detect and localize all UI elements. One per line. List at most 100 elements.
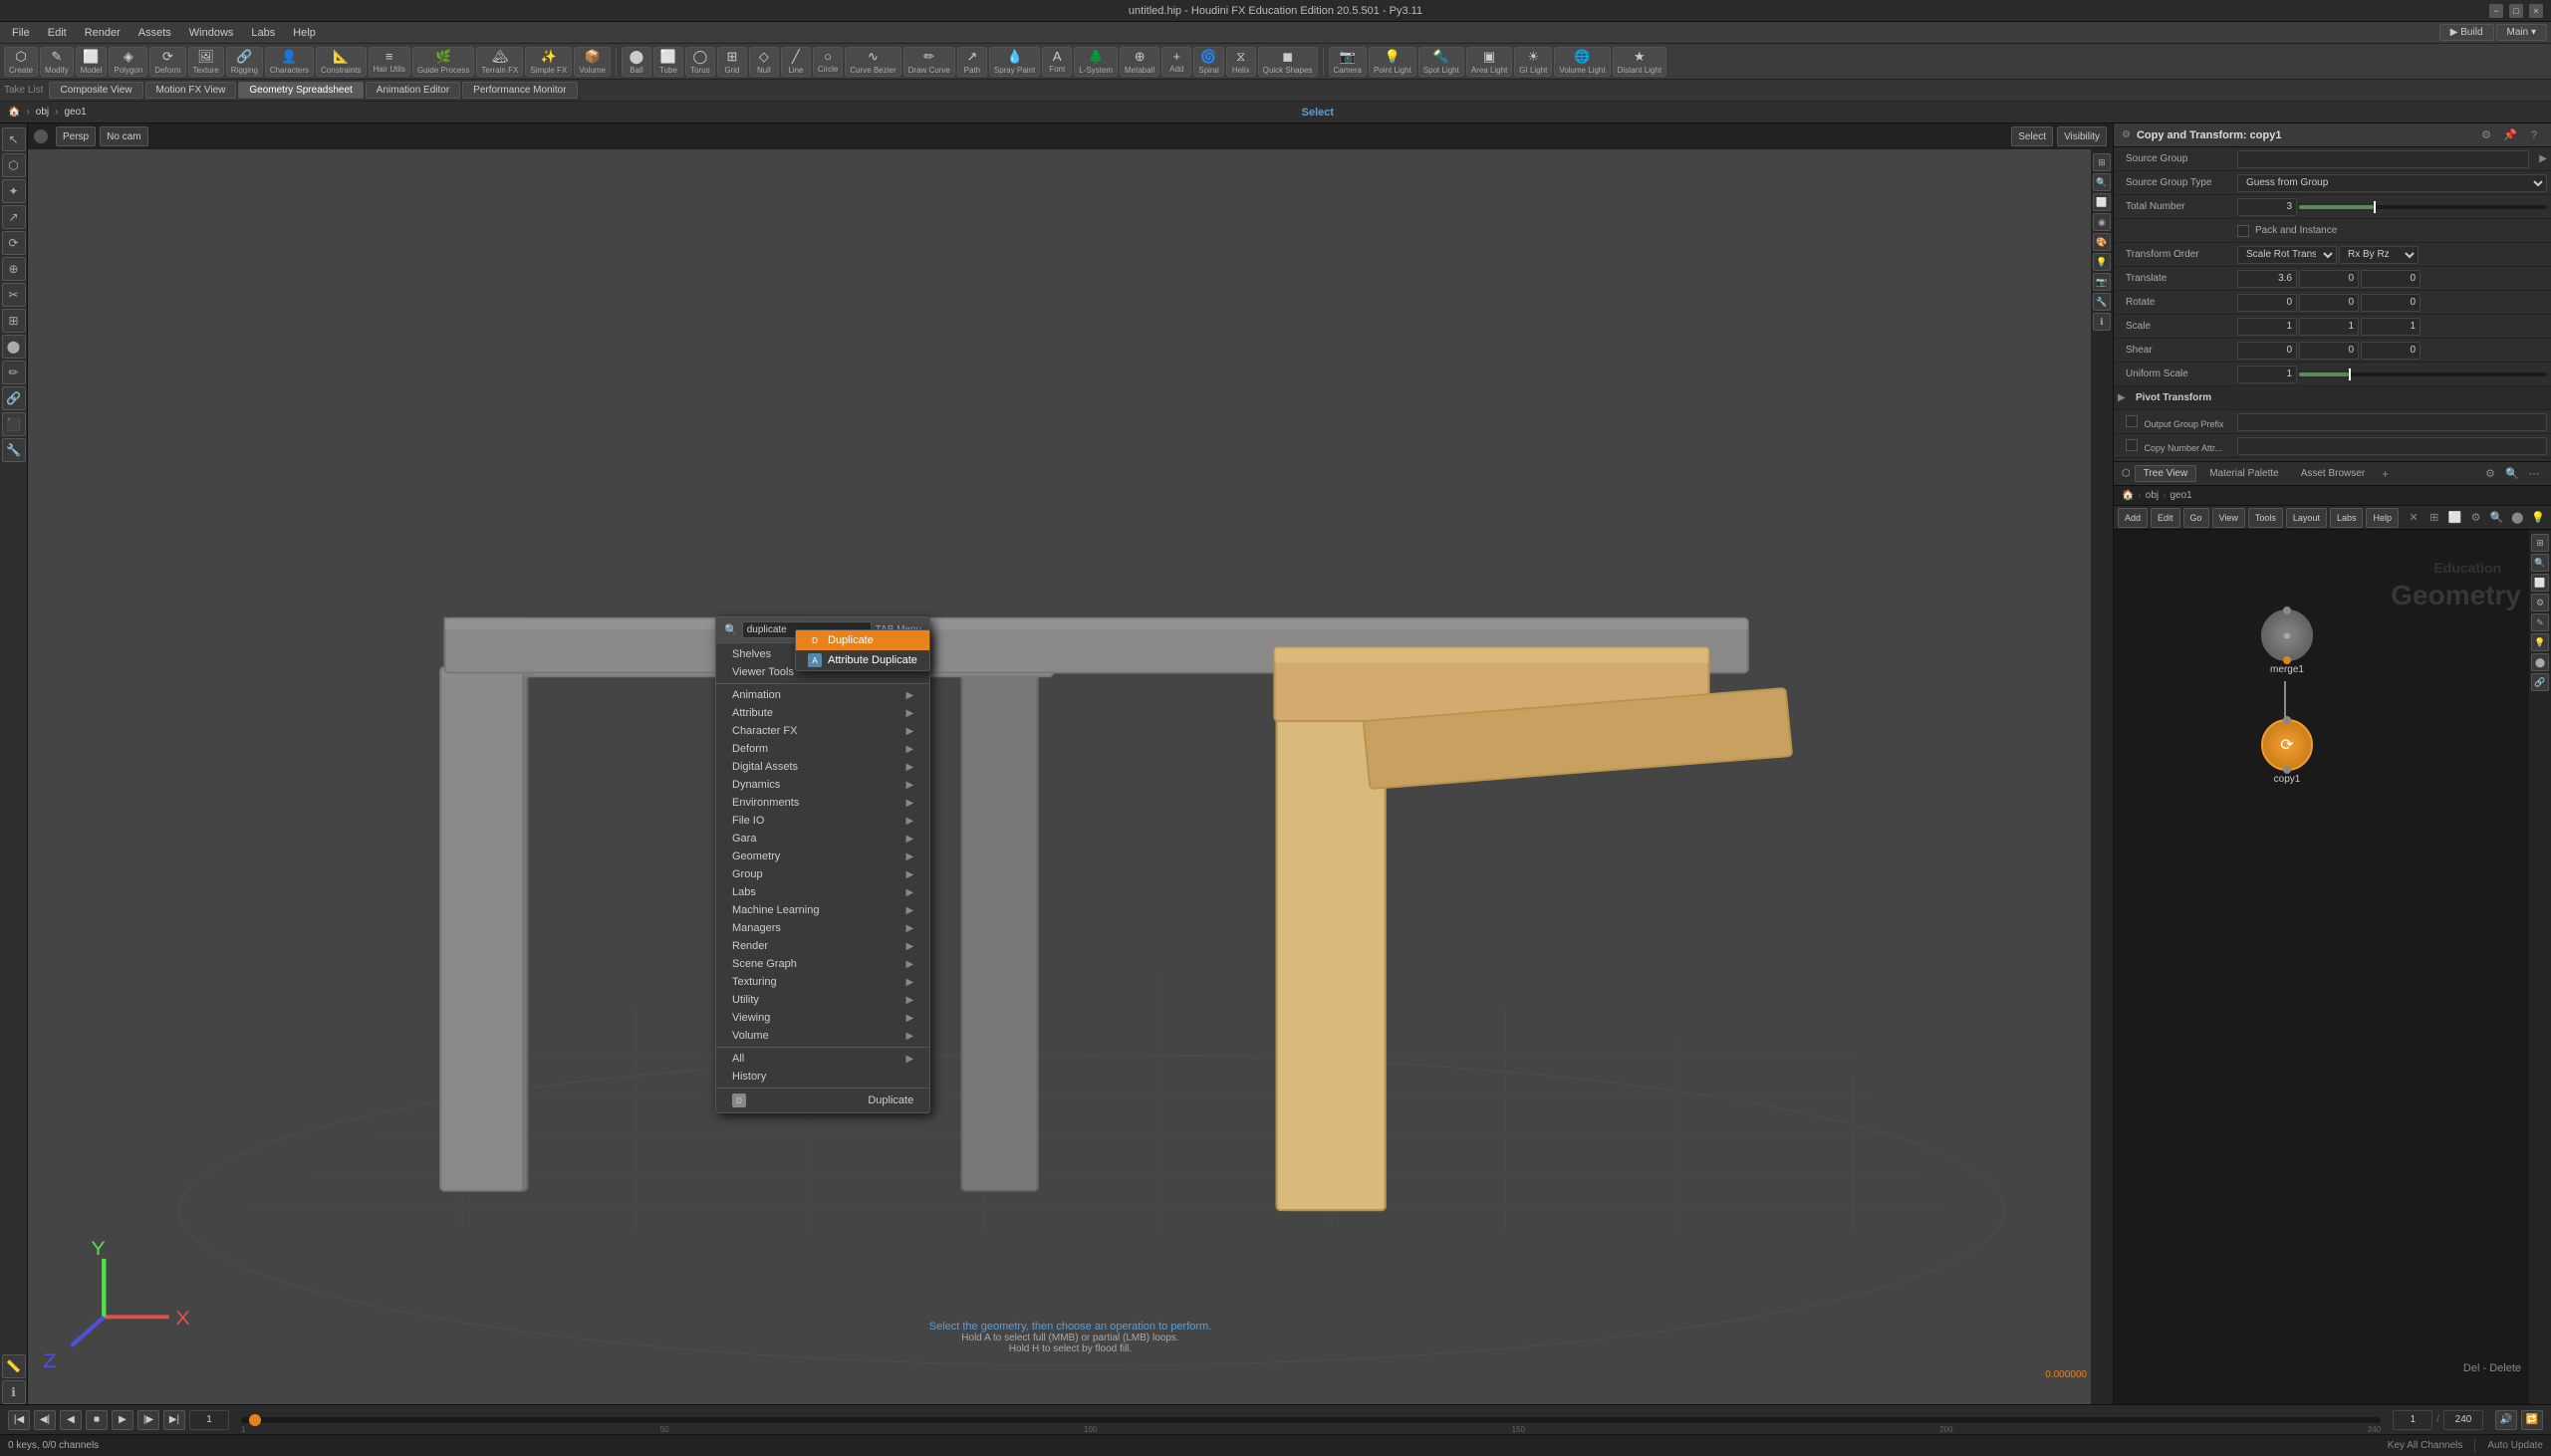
node-tab-material-palette[interactable]: Material Palette xyxy=(2200,465,2287,482)
no-cam-btn[interactable]: No cam xyxy=(100,126,147,146)
tab-menu-all[interactable]: All ▶ xyxy=(716,1050,929,1068)
tab-menu-group[interactable]: Group ▶ xyxy=(716,865,929,883)
hair-utils-btn[interactable]: ≡Hair Utils xyxy=(369,47,410,77)
node-canvas[interactable]: Geometry Education ⊕ merge1 xyxy=(2114,530,2551,1404)
node-rt-btn8[interactable]: 🔗 xyxy=(2531,673,2549,691)
node-toolbar-icon5[interactable]: 🔍 xyxy=(2487,509,2505,527)
output-group-prefix-input[interactable] xyxy=(2237,413,2547,431)
node-rt-btn4[interactable]: ⚙ xyxy=(2531,594,2549,611)
font-btn[interactable]: AFont xyxy=(1042,47,1072,77)
tl-play-back-btn[interactable]: ◀ xyxy=(60,1410,82,1430)
sidebar-info-btn[interactable]: ℹ xyxy=(2,1380,26,1404)
props-settings-btn[interactable]: ⚙ xyxy=(2477,126,2495,144)
tab-menu-digital-assets[interactable]: Digital Assets ▶ xyxy=(716,758,929,776)
node-merge1[interactable]: ⊕ merge1 xyxy=(2261,609,2313,675)
line-btn[interactable]: ╱Line xyxy=(781,47,811,77)
tl-audio-btn[interactable]: 🔊 xyxy=(2495,1410,2517,1430)
node-tab-tree-view[interactable]: Tree View xyxy=(2135,465,2196,482)
copy-number-attr-input[interactable] xyxy=(2237,437,2547,455)
vp-rt-btn8[interactable]: 🔧 xyxy=(2093,293,2111,311)
node-rt-btn3[interactable]: ⬜ xyxy=(2531,574,2549,592)
constraints-btn[interactable]: 📐Constraints xyxy=(316,47,366,77)
tab-menu-volume[interactable]: Volume ▶ xyxy=(716,1027,929,1045)
minimize-button[interactable]: − xyxy=(2489,4,2503,18)
node-toolbar-icon1[interactable]: ✕ xyxy=(2405,509,2423,527)
node-tools-btn[interactable]: Tools xyxy=(2248,508,2283,528)
node-panel-add-tab[interactable]: + xyxy=(2382,467,2389,481)
tl-start-btn[interactable]: |◀ xyxy=(8,1410,30,1430)
camera-btn[interactable]: 📷Camera xyxy=(1329,47,1367,77)
tab-menu-utility[interactable]: Utility ▶ xyxy=(716,991,929,1009)
window-controls[interactable]: − □ × xyxy=(2489,4,2543,18)
path-btn[interactable]: ↗Path xyxy=(957,47,987,77)
tl-current-frame[interactable] xyxy=(2393,1410,2432,1430)
tab-menu-character-fx[interactable]: Character FX ▶ xyxy=(716,722,929,740)
vp-rt-btn5[interactable]: 🎨 xyxy=(2093,233,2111,251)
sidebar-tool5[interactable]: ⊕ xyxy=(2,257,26,281)
vp-rt-btn1[interactable]: ⊞ xyxy=(2093,153,2111,171)
vp-rt-btn4[interactable]: ◉ xyxy=(2093,213,2111,231)
node-panel-zoom-in[interactable]: 🔍 xyxy=(2503,465,2521,483)
spray-paint-btn[interactable]: 💧Spray Paint xyxy=(989,47,1040,77)
sidebar-tool10[interactable]: 🔗 xyxy=(2,386,26,410)
tab-menu-managers[interactable]: Managers ▶ xyxy=(716,919,929,937)
source-group-type-select[interactable]: Guess from Group xyxy=(2237,174,2547,192)
close-button[interactable]: × xyxy=(2529,4,2543,18)
texture-btn[interactable]: 🖼Texture xyxy=(188,47,224,77)
node-tab-asset-browser[interactable]: Asset Browser xyxy=(2292,465,2374,482)
node-rt-btn1[interactable]: ⊞ xyxy=(2531,534,2549,552)
source-group-input[interactable] xyxy=(2237,150,2529,168)
transform-order-select[interactable]: Scale Rot Trans xyxy=(2237,246,2337,264)
persp-btn[interactable]: Persp xyxy=(56,126,96,146)
vp-rt-btn9[interactable]: ℹ xyxy=(2093,313,2111,331)
circle-btn[interactable]: ○Circle xyxy=(813,47,843,77)
vp-rt-btn7[interactable]: 📷 xyxy=(2093,273,2111,291)
vp-rt-btn3[interactable]: ⬜ xyxy=(2093,193,2111,211)
metaball-btn[interactable]: ⊕Metaball xyxy=(1120,47,1159,77)
main-button[interactable]: Main ▾ xyxy=(2496,24,2547,41)
add-btn[interactable]: +Add xyxy=(1161,47,1191,77)
menu-windows[interactable]: Windows xyxy=(181,25,242,41)
viewport[interactable]: Persp No cam Select Visibility xyxy=(28,123,2113,1404)
dup-item-attribute-duplicate[interactable]: A Attribute Duplicate xyxy=(796,650,929,670)
node-edit-btn[interactable]: Edit xyxy=(2151,508,2180,528)
sidebar-tool4[interactable]: ⟳ xyxy=(2,231,26,255)
tl-loop-btn[interactable]: 🔁 xyxy=(2521,1410,2543,1430)
tab-geometry-spreadsheet[interactable]: Geometry Spreadsheet xyxy=(238,82,363,99)
torus-btn[interactable]: ◯Torus xyxy=(685,47,715,77)
curve-bezier-btn[interactable]: ∿Curve Bezier xyxy=(845,47,900,77)
select-mode-btn[interactable]: Select xyxy=(2011,126,2053,146)
pivot-collapse-icon[interactable]: ▶ xyxy=(2118,392,2128,403)
node-panel-settings[interactable]: ⚙ xyxy=(2481,465,2499,483)
volume-light-btn[interactable]: 🌐Volume Light xyxy=(1554,47,1610,77)
null-btn[interactable]: ◇Null xyxy=(749,47,779,77)
sidebar-tool3[interactable]: ↗ xyxy=(2,205,26,229)
uniform-scale-input[interactable] xyxy=(2237,365,2297,383)
path-obj[interactable]: obj xyxy=(36,107,49,118)
sidebar-tool11[interactable]: ⬛ xyxy=(2,412,26,436)
dup-item-duplicate[interactable]: D Duplicate xyxy=(796,630,929,650)
tab-menu-labs[interactable]: Labs ▶ xyxy=(716,883,929,901)
node-layout-btn[interactable]: Layout xyxy=(2286,508,2327,528)
menu-help[interactable]: Help xyxy=(285,25,324,41)
path-geo1[interactable]: geo1 xyxy=(65,107,87,118)
menu-edit[interactable]: Edit xyxy=(40,25,75,41)
l-system-btn[interactable]: 🌲L-System xyxy=(1074,47,1118,77)
distant-light-btn[interactable]: ★Distant Light xyxy=(1613,47,1666,77)
build-button[interactable]: ▶ Build xyxy=(2439,24,2494,41)
tube-btn[interactable]: ⬜Tube xyxy=(653,47,683,77)
node-add-btn[interactable]: Add xyxy=(2118,508,2148,528)
guide-process-btn[interactable]: 🌿Guide Process xyxy=(412,47,474,77)
tab-animation-editor[interactable]: Animation Editor xyxy=(366,82,460,99)
copy1-circle[interactable]: ⟳ xyxy=(2261,719,2313,771)
tab-motion-fx[interactable]: Motion FX View xyxy=(145,82,237,99)
maximize-button[interactable]: □ xyxy=(2509,4,2523,18)
translate-y-input[interactable] xyxy=(2299,270,2359,288)
area-light-btn[interactable]: ▣Area Light xyxy=(1466,47,1512,77)
sidebar-snap-btn[interactable]: 📏 xyxy=(2,1354,26,1378)
quick-shapes-btn[interactable]: ◼Quick Shapes xyxy=(1258,47,1318,77)
tab-menu-history[interactable]: History xyxy=(716,1068,929,1086)
tab-menu-geometry[interactable]: Geometry ▶ xyxy=(716,848,929,865)
model-btn[interactable]: ⬜Model xyxy=(76,47,108,77)
volume-btn[interactable]: 📦Volume xyxy=(574,47,611,77)
